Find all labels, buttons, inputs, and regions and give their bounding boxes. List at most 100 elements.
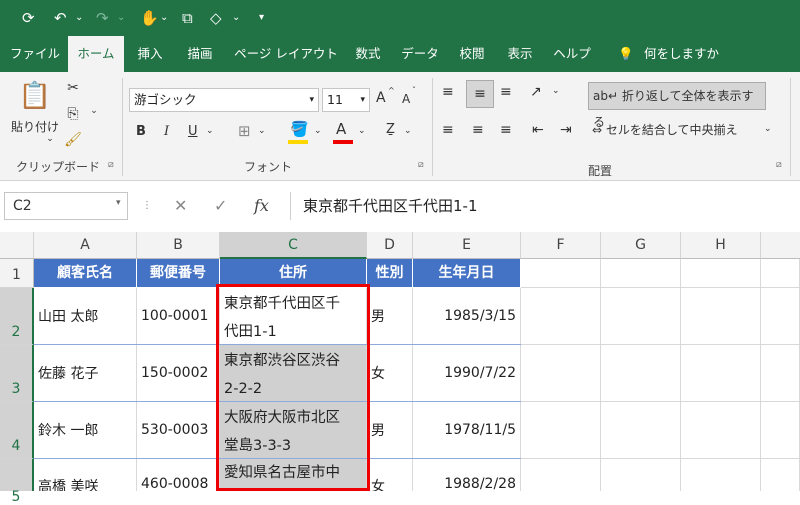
header-cell-birthdate[interactable]: 生年月日	[413, 259, 521, 288]
column-header-h[interactable]: H	[681, 232, 761, 259]
gender-cell[interactable]: 女	[367, 459, 413, 491]
cell[interactable]	[681, 459, 761, 491]
merge-dropdown-icon[interactable]: ⌄	[764, 124, 772, 134]
borders-icon[interactable]: ⊞	[238, 122, 251, 140]
gender-cell[interactable]: 男	[367, 288, 413, 345]
screenshot-icon[interactable]: ⧉	[182, 8, 193, 28]
birthdate-cell[interactable]: 1978/11/5	[413, 402, 521, 459]
cell[interactable]	[761, 288, 800, 345]
copy-dropdown-icon[interactable]: ⌄	[88, 106, 100, 116]
customer-name-cell[interactable]: 佐藤 花子	[34, 345, 137, 402]
select-all-corner[interactable]	[0, 232, 34, 259]
address-cell[interactable]: 大阪府大阪市北区 堂島3-3-3	[220, 402, 367, 459]
fill-color-icon[interactable]: 🪣	[290, 120, 309, 138]
cell[interactable]	[521, 459, 601, 491]
cell[interactable]	[601, 288, 681, 345]
cell[interactable]	[761, 459, 800, 491]
align-left-icon[interactable]: ≡	[442, 122, 454, 138]
phonetic-guide-icon[interactable]: Ẕ	[386, 122, 395, 137]
gender-cell[interactable]: 男	[367, 402, 413, 459]
address-cell-active[interactable]: 東京都千代田区千 代田1-1	[220, 288, 367, 345]
row-header-1[interactable]: 1	[0, 259, 34, 288]
row-header-3[interactable]: 3	[0, 345, 34, 402]
customer-name-cell[interactable]: 鈴木 一郎	[34, 402, 137, 459]
font-launcher-icon[interactable]: ⧄	[418, 160, 424, 170]
align-middle-icon[interactable]: ≡	[466, 80, 494, 108]
column-header-e[interactable]: E	[413, 232, 521, 259]
touch-mode-dropdown-icon[interactable]: ⌄	[160, 8, 168, 28]
align-right-icon[interactable]: ≡	[500, 122, 512, 138]
font-size-box[interactable]: 11 ▾	[322, 88, 370, 112]
cell[interactable]	[761, 402, 800, 459]
font-name-box[interactable]: 游ゴシック ▾	[129, 88, 319, 112]
font-color-button[interactable]: A	[336, 120, 346, 138]
cell[interactable]	[521, 288, 601, 345]
cut-icon[interactable]: ✂	[64, 80, 82, 96]
bold-button[interactable]: B	[136, 124, 146, 139]
address-cell[interactable]: 愛知県名古屋市中	[220, 459, 367, 491]
tab-page-layout[interactable]: ページ レイアウト	[228, 36, 344, 72]
tab-draw[interactable]: 描画	[176, 36, 224, 72]
paste-icon[interactable]: 📋	[18, 80, 52, 112]
header-cell-postal[interactable]: 郵便番号	[137, 259, 220, 288]
tab-help[interactable]: ヘルプ	[546, 36, 598, 72]
decrease-font-size-button[interactable]: A	[402, 92, 410, 106]
wrap-text-button[interactable]: ab↵ 折り返して全体を表示する	[588, 82, 766, 129]
shape-dropdown-icon[interactable]: ⌄	[232, 8, 240, 28]
copy-icon[interactable]: ⎘	[64, 106, 82, 122]
tab-view[interactable]: 表示	[498, 36, 542, 72]
address-cell[interactable]: 東京都渋谷区渋谷 2-2-2	[220, 345, 367, 402]
underline-button[interactable]: U	[188, 124, 198, 139]
postal-code-cell[interactable]: 150-0002	[137, 345, 220, 402]
birthdate-cell[interactable]: 1990/7/22	[413, 345, 521, 402]
tab-home[interactable]: ホーム	[68, 36, 124, 72]
birthdate-cell[interactable]: 1985/3/15	[413, 288, 521, 345]
column-header-g[interactable]: G	[601, 232, 681, 259]
cell[interactable]	[521, 259, 601, 288]
borders-dropdown-icon[interactable]: ⌄	[258, 126, 266, 136]
cell[interactable]	[681, 288, 761, 345]
paste-button[interactable]: 貼り付け	[10, 118, 60, 135]
increase-indent-icon[interactable]: ⇥	[560, 122, 572, 138]
align-bottom-icon[interactable]: ≡	[500, 84, 512, 100]
column-header-f[interactable]: F	[521, 232, 601, 259]
customize-qat-icon[interactable]: ▾	[259, 8, 264, 28]
name-box[interactable]: C2	[4, 192, 128, 220]
orientation-dropdown-icon[interactable]: ⌄	[552, 86, 560, 96]
row-header-2[interactable]: 2	[0, 288, 34, 345]
cell[interactable]	[681, 345, 761, 402]
tell-me-search[interactable]: 何をしますか	[644, 36, 744, 72]
cell[interactable]	[601, 259, 681, 288]
column-header-d[interactable]: D	[367, 232, 413, 259]
align-top-icon[interactable]: ≡	[442, 84, 454, 100]
gender-cell[interactable]: 女	[367, 345, 413, 402]
cell[interactable]	[601, 459, 681, 491]
decrease-indent-icon[interactable]: ⇤	[532, 122, 544, 138]
phonetic-dropdown-icon[interactable]: ⌄	[404, 126, 412, 136]
enter-icon[interactable]: ✓	[214, 192, 227, 220]
tab-formulas[interactable]: 数式	[346, 36, 390, 72]
header-cell-name[interactable]: 顧客氏名	[34, 259, 137, 288]
cell[interactable]	[761, 259, 800, 288]
fill-color-dropdown-icon[interactable]: ⌄	[314, 126, 322, 136]
insert-function-button[interactable]: fx	[254, 192, 269, 220]
name-box-dropdown-icon[interactable]: ▾	[116, 198, 121, 208]
row-header-4[interactable]: 4	[0, 402, 34, 459]
tab-data[interactable]: データ	[394, 36, 446, 72]
formula-input[interactable]: 東京都千代田区千代田1-1	[290, 192, 800, 220]
tab-insert[interactable]: 挿入	[128, 36, 172, 72]
cell[interactable]	[601, 345, 681, 402]
row-header-5[interactable]: 5	[0, 459, 34, 505]
column-header-c[interactable]: C	[220, 232, 367, 259]
cancel-icon[interactable]: ✕	[174, 192, 187, 220]
postal-code-cell[interactable]: 460-0008	[137, 459, 220, 491]
font-color-dropdown-icon[interactable]: ⌄	[358, 126, 366, 136]
column-header-a[interactable]: A	[34, 232, 137, 259]
column-header-b[interactable]: B	[137, 232, 220, 259]
cell[interactable]	[521, 402, 601, 459]
underline-dropdown-icon[interactable]: ⌄	[206, 126, 214, 136]
autosave-icon[interactable]: ⟳	[22, 8, 35, 28]
customer-name-cell[interactable]: 山田 太郎	[34, 288, 137, 345]
shape-icon[interactable]: ◇	[210, 8, 222, 28]
cell[interactable]	[761, 345, 800, 402]
